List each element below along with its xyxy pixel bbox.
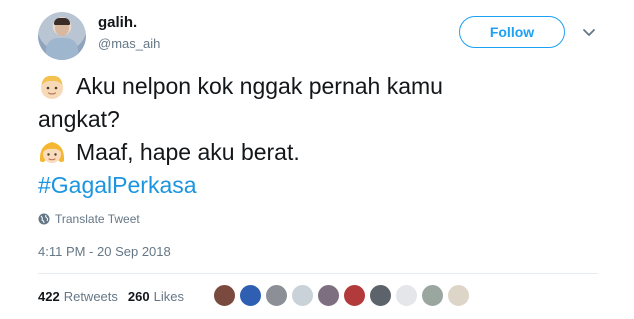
girl-emoji-icon xyxy=(39,141,65,163)
user-handle[interactable]: @mas_aih xyxy=(98,36,160,51)
tweet-line-1: Aku nelpon kok nggak pernah kamu xyxy=(38,70,598,103)
liker-avatar[interactable] xyxy=(394,283,419,308)
liker-avatar[interactable] xyxy=(290,283,315,308)
liker-avatar[interactable] xyxy=(238,283,263,308)
liker-avatar[interactable] xyxy=(316,283,341,308)
tweet-line-3: Maaf, hape aku berat. xyxy=(38,136,598,169)
hashtag-link[interactable]: #GagalPerkasa xyxy=(38,169,197,202)
liker-avatars xyxy=(212,283,472,308)
retweets-stat[interactable]: 422 Retweets xyxy=(38,289,118,304)
avatar-hair xyxy=(54,18,70,25)
tweet-line-2-text: angkat? xyxy=(38,106,120,132)
tweet-line-1-text: Aku nelpon kok nggak pernah kamu xyxy=(76,73,443,99)
user-display-name[interactable]: galih. xyxy=(98,14,137,31)
liker-avatar[interactable] xyxy=(264,283,289,308)
tweet-text: Aku nelpon kok nggak pernah kamu angkat?… xyxy=(38,70,598,202)
liker-avatar[interactable] xyxy=(446,283,471,308)
chevron-down-icon[interactable] xyxy=(582,25,596,39)
likes-stat[interactable]: 260 Likes xyxy=(128,289,184,304)
avatar-body xyxy=(46,38,78,60)
translate-tweet-link[interactable]: Translate Tweet xyxy=(38,212,140,226)
retweets-count: 422 xyxy=(38,289,60,304)
likes-count: 260 xyxy=(127,289,150,304)
retweets-label: Retweets xyxy=(63,289,118,304)
divider xyxy=(38,273,598,274)
liker-avatar[interactable] xyxy=(212,283,237,308)
globe-icon xyxy=(38,213,50,225)
liker-avatar[interactable] xyxy=(368,283,393,308)
liker-avatar[interactable] xyxy=(342,283,367,308)
tweet-timestamp[interactable]: 4:11 PM - 20 Sep 2018 xyxy=(38,244,171,259)
likes-label: Likes xyxy=(153,289,184,304)
boy-emoji-icon xyxy=(41,75,63,99)
follow-button[interactable]: Follow xyxy=(459,16,565,48)
liker-avatar[interactable] xyxy=(420,283,445,308)
tweet-stats: 422 Retweets 260 Likes xyxy=(38,289,184,304)
translate-tweet-label: Translate Tweet xyxy=(55,212,140,226)
tweet-line-2: angkat? xyxy=(38,103,598,136)
avatar[interactable] xyxy=(38,12,86,60)
tweet-line-4: #GagalPerkasa xyxy=(38,169,598,202)
tweet-line-3-text: Maaf, hape aku berat. xyxy=(76,139,300,165)
